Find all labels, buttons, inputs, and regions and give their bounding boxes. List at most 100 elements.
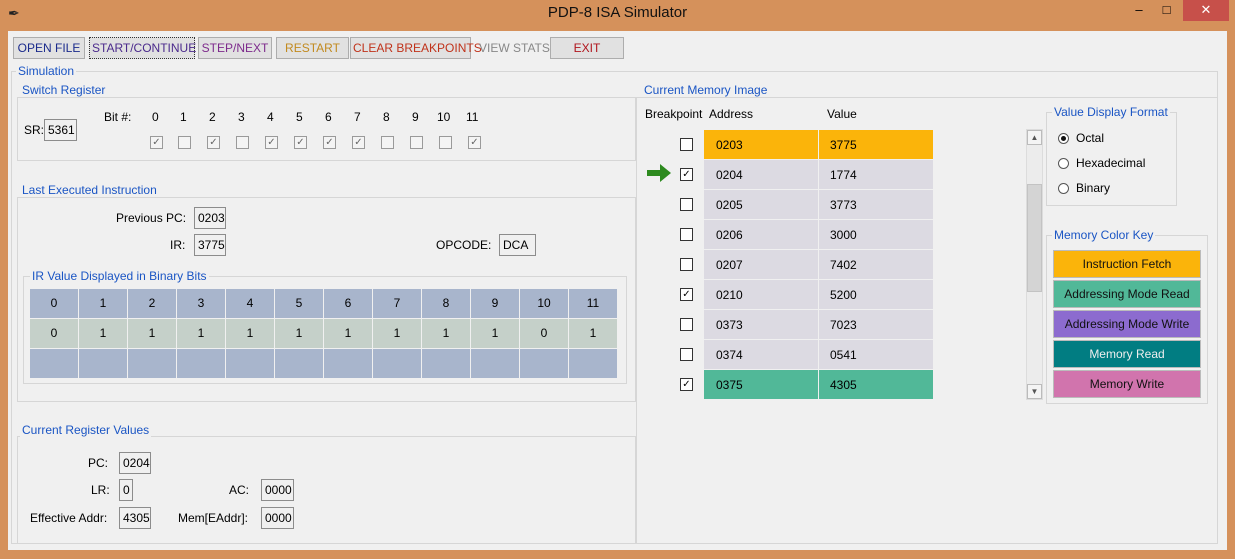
restart-button[interactable]: RESTART bbox=[276, 37, 349, 59]
breakpoint-checkbox[interactable] bbox=[680, 228, 693, 241]
switch-bit-checkbox-10[interactable] bbox=[439, 136, 452, 149]
breakpoint-checkbox[interactable] bbox=[680, 378, 693, 391]
switch-bit-checkbox-9[interactable] bbox=[410, 136, 423, 149]
binary-bit-empty bbox=[128, 349, 176, 378]
memory-row: 0204 1774 bbox=[704, 160, 933, 189]
memory-value: 4305 bbox=[830, 378, 857, 392]
window-title: PDP-8 ISA Simulator bbox=[547, 4, 688, 21]
ac-label: AC: bbox=[229, 483, 250, 497]
breakpoint-checkbox[interactable] bbox=[680, 258, 693, 271]
switch-bit-checkbox-8[interactable] bbox=[381, 136, 394, 149]
breakpoint-checkbox[interactable] bbox=[680, 348, 693, 361]
view-stats-button[interactable]: VIEW STATS bbox=[476, 37, 550, 59]
memory-value: 7023 bbox=[830, 318, 857, 332]
last-instruction-label: Last Executed Instruction bbox=[20, 183, 159, 197]
client-area: OPEN FILE START/CONTINUE STEP/NEXT RESTA… bbox=[8, 31, 1227, 550]
format-radio-octal[interactable] bbox=[1058, 133, 1069, 144]
memory-image-label: Current Memory Image bbox=[642, 83, 770, 97]
binary-bit-header: 6 bbox=[324, 289, 372, 318]
memory-row-divider bbox=[818, 130, 819, 159]
bit-number-label-7: 7 bbox=[354, 110, 361, 124]
breakpoint-checkbox[interactable] bbox=[680, 168, 693, 181]
memory-row-divider bbox=[818, 190, 819, 219]
binary-bit-header: 9 bbox=[471, 289, 519, 318]
clear-breakpoints-button[interactable]: CLEAR BREAKPOINTS bbox=[350, 37, 482, 59]
maximize-button[interactable]: □ bbox=[1153, 0, 1180, 21]
memory-row: 0373 7023 bbox=[704, 310, 933, 339]
close-button[interactable]: ✕ bbox=[1183, 0, 1229, 21]
effective-addr-label: Effective Addr: bbox=[30, 511, 108, 525]
switch-bit-checkbox-0[interactable] bbox=[150, 136, 163, 149]
address-column-header: Address bbox=[709, 107, 754, 121]
bit-number-label: Bit #: bbox=[104, 110, 132, 124]
memory-row-divider bbox=[818, 310, 819, 339]
breakpoint-column-header: Breakpoint bbox=[645, 107, 703, 121]
format-radio-hexadecimal[interactable] bbox=[1058, 158, 1069, 169]
memory-row-divider bbox=[818, 220, 819, 249]
memory-row: 0207 7402 bbox=[704, 250, 933, 279]
binary-bit-header: 10 bbox=[520, 289, 568, 318]
scroll-up-arrow-icon[interactable]: ▲ bbox=[1027, 130, 1042, 145]
simulation-label: Simulation bbox=[16, 64, 77, 78]
switch-bit-checkbox-1[interactable] bbox=[178, 136, 191, 149]
memory-address: 0207 bbox=[716, 258, 743, 272]
current-pc-arrow-icon bbox=[646, 163, 672, 186]
binary-bit-value: 1 bbox=[569, 319, 617, 348]
binary-bit-empty bbox=[30, 349, 78, 378]
memory-row: 0374 0541 bbox=[704, 340, 933, 369]
format-radio-binary[interactable] bbox=[1058, 183, 1069, 194]
previous-pc-value: 0203 bbox=[194, 207, 226, 229]
start-continue-button[interactable]: START/CONTINUE bbox=[89, 37, 196, 59]
bit-number-label-0: 0 bbox=[152, 110, 159, 124]
scrollbar-thumb[interactable] bbox=[1027, 184, 1042, 292]
bit-number-label-1: 1 bbox=[180, 110, 187, 124]
binary-bit-header: 2 bbox=[128, 289, 176, 318]
exit-button[interactable]: EXIT bbox=[550, 37, 624, 59]
memory-value: 7402 bbox=[830, 258, 857, 272]
binary-bit-empty bbox=[226, 349, 274, 378]
memory-row-divider bbox=[818, 250, 819, 279]
memory-row-divider bbox=[818, 340, 819, 369]
color-key-item: Memory Write bbox=[1053, 370, 1201, 398]
switch-bit-checkbox-5[interactable] bbox=[294, 136, 307, 149]
binary-bit-value: 1 bbox=[324, 319, 372, 348]
mem-eaddr-value: 0000 bbox=[261, 507, 294, 529]
ir-label: IR: bbox=[170, 238, 186, 252]
bit-number-label-2: 2 bbox=[209, 110, 216, 124]
breakpoint-checkbox[interactable] bbox=[680, 138, 693, 151]
sr-label: SR: bbox=[24, 123, 45, 137]
memory-value: 3773 bbox=[830, 198, 857, 212]
memory-address: 0375 bbox=[716, 378, 743, 392]
binary-bit-header: 4 bbox=[226, 289, 274, 318]
switch-bit-checkbox-11[interactable] bbox=[468, 136, 481, 149]
switch-bit-checkbox-7[interactable] bbox=[352, 136, 365, 149]
memory-address: 0203 bbox=[716, 138, 743, 152]
color-key-item: Instruction Fetch bbox=[1053, 250, 1201, 278]
bit-number-label-11: 11 bbox=[466, 110, 479, 124]
breakpoint-checkbox[interactable] bbox=[680, 318, 693, 331]
memory-row-divider bbox=[818, 280, 819, 309]
scroll-down-arrow-icon[interactable]: ▼ bbox=[1027, 384, 1042, 399]
switch-bit-checkbox-2[interactable] bbox=[207, 136, 220, 149]
memory-row: 0205 3773 bbox=[704, 190, 933, 219]
breakpoint-checkbox[interactable] bbox=[680, 198, 693, 211]
binary-bit-header: 1 bbox=[79, 289, 127, 318]
binary-bit-empty bbox=[520, 349, 568, 378]
bit-number-label-8: 8 bbox=[383, 110, 390, 124]
open-file-button[interactable]: OPEN FILE bbox=[13, 37, 85, 59]
bit-number-label-6: 6 bbox=[325, 110, 332, 124]
switch-bit-checkbox-3[interactable] bbox=[236, 136, 249, 149]
binary-bit-empty bbox=[373, 349, 421, 378]
step-next-button[interactable]: STEP/NEXT bbox=[198, 37, 272, 59]
minimize-button[interactable]: – bbox=[1125, 0, 1153, 21]
binary-bit-header: 5 bbox=[275, 289, 323, 318]
binary-bit-value: 1 bbox=[373, 319, 421, 348]
switch-bit-checkbox-6[interactable] bbox=[323, 136, 336, 149]
binary-bit-value: 0 bbox=[520, 319, 568, 348]
switch-bit-checkbox-4[interactable] bbox=[265, 136, 278, 149]
color-key-item: Addressing Mode Write bbox=[1053, 310, 1201, 338]
bit-number-label-10: 10 bbox=[437, 110, 451, 124]
binary-bit-value: 1 bbox=[128, 319, 176, 348]
breakpoint-checkbox[interactable] bbox=[680, 288, 693, 301]
binary-bit-empty bbox=[275, 349, 323, 378]
